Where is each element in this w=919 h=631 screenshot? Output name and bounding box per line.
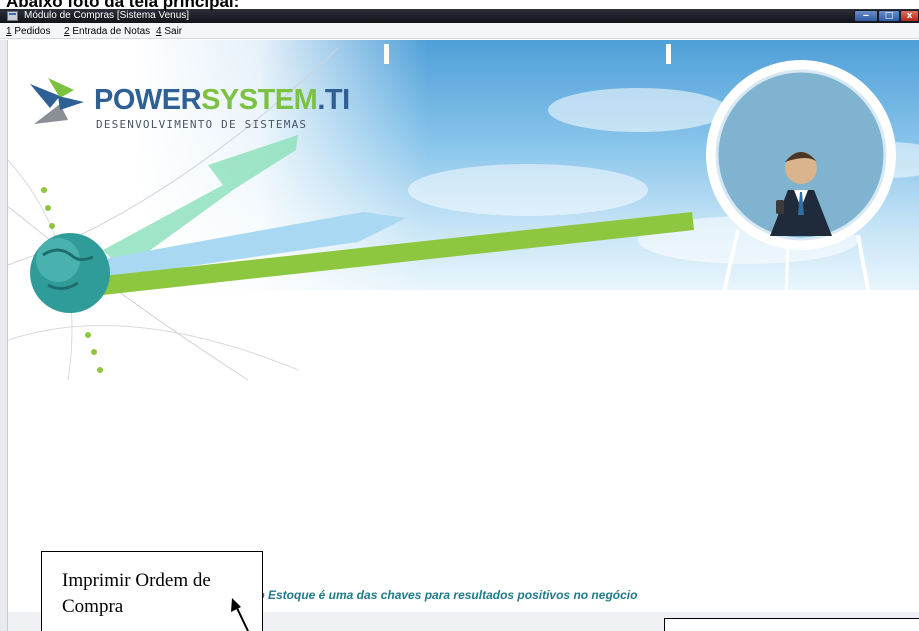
- callout-arrow-icon: [231, 598, 249, 631]
- arrow-line: [235, 605, 249, 631]
- arrow-head: [231, 598, 241, 612]
